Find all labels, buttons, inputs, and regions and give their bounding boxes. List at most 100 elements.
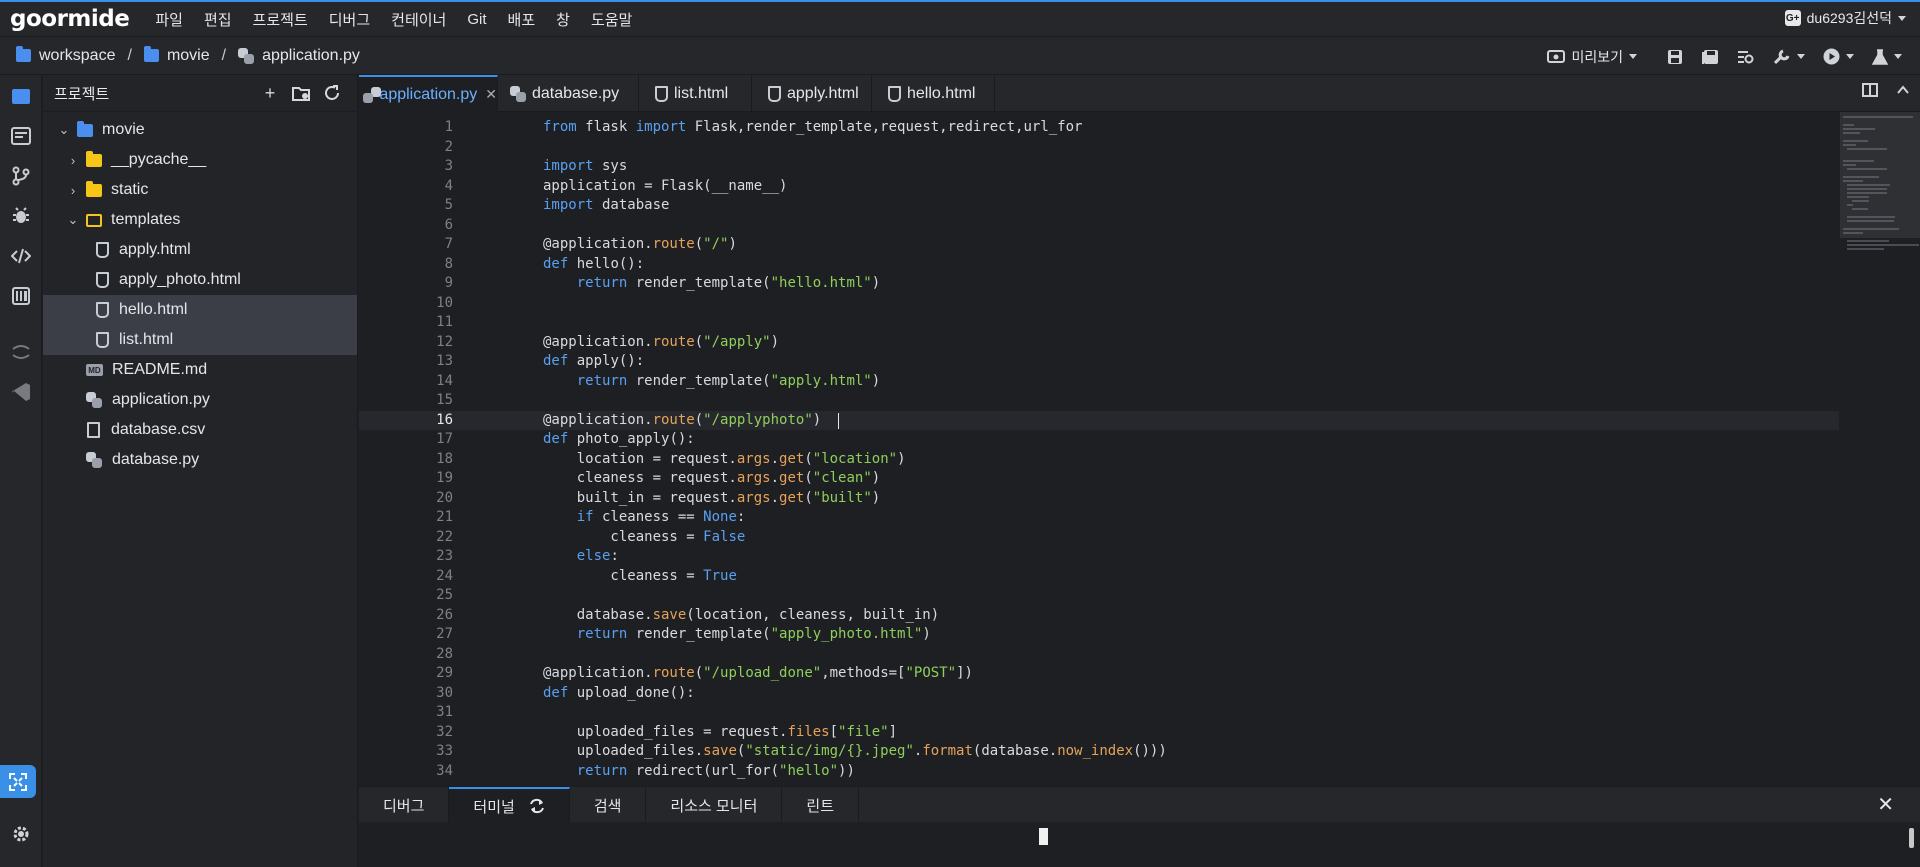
code-line[interactable]: 32 uploaded_files = request.files["file"… — [359, 723, 1839, 743]
sync-icon[interactable] — [10, 341, 32, 363]
chevron-right-icon[interactable]: › — [66, 153, 80, 168]
code-line[interactable]: 14 return render_template("apply.html") — [359, 372, 1839, 392]
code-line[interactable]: 27 return render_template("apply_photo.h… — [359, 625, 1839, 645]
settings-gear-icon[interactable] — [10, 823, 32, 845]
tab-terminal[interactable]: 터미널 — [449, 787, 570, 823]
library-icon[interactable] — [10, 285, 32, 307]
tab-application-py[interactable]: application.py ✕ — [359, 75, 498, 112]
code-line[interactable]: 11 — [359, 313, 1839, 333]
code-line[interactable]: 34 return redirect(url_for("hello")) — [359, 762, 1839, 782]
tree-item-readme[interactable]: MD README.md — [43, 355, 357, 385]
outline-icon[interactable] — [10, 125, 32, 147]
code-line[interactable]: 4 application = Flask(__name__) — [359, 177, 1839, 197]
code-line[interactable]: 19 cleaness = request.args.get("clean") — [359, 469, 1839, 489]
tree-item-apply-photo-html[interactable]: apply_photo.html — [43, 265, 357, 295]
menu-container[interactable]: 컨테이너 — [391, 9, 446, 30]
refresh-icon[interactable] — [323, 82, 341, 104]
code-line[interactable]: 22 cleaness = False — [359, 528, 1839, 548]
run-button[interactable] — [1823, 48, 1854, 65]
code-line[interactable]: 12 @application.route("/apply") — [359, 333, 1839, 353]
chevron-right-icon[interactable]: › — [66, 183, 80, 198]
breadcrumb-workspace[interactable]: workspace — [16, 46, 115, 65]
tree-item-apply-html[interactable]: apply.html — [43, 235, 357, 265]
menu-git[interactable]: Git — [467, 11, 486, 28]
tree-item-application-py[interactable]: application.py — [43, 385, 357, 415]
code-line[interactable]: 13 def apply(): — [359, 352, 1839, 372]
tree-item-static[interactable]: › static — [43, 175, 357, 205]
tab-database-py[interactable]: database.py — [498, 75, 639, 112]
code-line[interactable]: 3 import sys — [359, 157, 1839, 177]
breadcrumb-file[interactable]: application.py — [238, 47, 360, 65]
code-editor[interactable]: 1 from flask import Flask,render_template… — [359, 112, 1920, 786]
menu-debug[interactable]: 디버그 — [329, 9, 370, 30]
code-line[interactable]: 17 def photo_apply(): — [359, 430, 1839, 450]
code-line[interactable]: 5 import database — [359, 196, 1839, 216]
chevron-up-icon[interactable] — [1896, 83, 1910, 102]
sync-icon[interactable] — [529, 798, 545, 814]
code-line[interactable]: 21 if cleaness == None: — [359, 508, 1839, 528]
git-branch-icon[interactable] — [10, 165, 32, 187]
close-icon[interactable]: ✕ — [485, 86, 497, 103]
preview-button[interactable]: 미리보기 — [1547, 47, 1637, 67]
project-explorer-icon[interactable] — [10, 85, 32, 107]
tree-item-list-html[interactable]: list.html — [43, 325, 357, 355]
tree-item-database-csv[interactable]: database.csv — [43, 415, 357, 445]
minimap-viewport[interactable] — [1840, 112, 1920, 238]
find-replace-button[interactable] — [1737, 49, 1755, 65]
code-line[interactable]: 8 def hello(): — [359, 255, 1839, 275]
code-line[interactable]: 15 — [359, 391, 1839, 411]
goormide-logo[interactable]: goormide — [10, 6, 130, 32]
fullscreen-button[interactable] — [0, 765, 36, 798]
code-line[interactable]: 1 from flask import Flask,render_template… — [359, 118, 1839, 138]
code-line[interactable]: 2 — [359, 138, 1839, 158]
tab-list-html[interactable]: list.html — [639, 75, 752, 112]
code-icon[interactable] — [10, 245, 32, 267]
close-icon[interactable]: ✕ — [1877, 792, 1894, 817]
new-file-icon[interactable]: + — [261, 82, 279, 104]
terminal-scrollbar[interactable] — [1909, 828, 1914, 848]
tab-debug[interactable]: 디버그 — [359, 787, 450, 823]
new-folder-icon[interactable] — [292, 82, 310, 104]
code-line[interactable]: 28 — [359, 645, 1839, 665]
save-all-button[interactable] — [1701, 49, 1719, 65]
menu-help[interactable]: 도움말 — [591, 9, 632, 30]
chevron-down-icon[interactable]: ⌄ — [57, 122, 71, 138]
chevron-down-icon[interactable]: ⌄ — [66, 212, 80, 228]
bug-icon[interactable] — [10, 205, 32, 227]
code-line[interactable]: 10 — [359, 294, 1839, 314]
split-editor-icon[interactable] — [1862, 83, 1878, 102]
menu-window[interactable]: 창 — [556, 9, 570, 30]
tab-resource-monitor[interactable]: 리소스 모니터 — [646, 787, 783, 823]
build-tools-button[interactable] — [1773, 49, 1805, 65]
code-line[interactable]: 18 location = request.args.get("location… — [359, 450, 1839, 470]
code-line[interactable]: 33 uploaded_files.save("static/img/{}.jp… — [359, 742, 1839, 762]
tree-item-hello-html[interactable]: hello.html — [43, 295, 357, 325]
code-line[interactable]: 6 — [359, 216, 1839, 236]
vscode-icon[interactable] — [10, 381, 32, 403]
test-button[interactable] — [1872, 48, 1902, 65]
code-line[interactable]: 25 — [359, 586, 1839, 606]
menu-deploy[interactable]: 배포 — [508, 9, 536, 30]
code-line[interactable]: 23 else: — [359, 547, 1839, 567]
code-line[interactable]: 29 @application.route("/upload_done",meth… — [359, 664, 1839, 684]
terminal[interactable] — [359, 822, 1920, 867]
code-line[interactable]: 31 — [359, 703, 1839, 723]
save-button[interactable] — [1667, 49, 1683, 65]
tree-item-pycache[interactable]: › __pycache__ — [43, 145, 357, 175]
menu-file[interactable]: 파일 — [155, 9, 183, 30]
tree-item-movie[interactable]: ⌄ movie — [43, 115, 357, 145]
tree-item-templates[interactable]: ⌄ templates — [43, 205, 357, 235]
code-line[interactable]: 24 cleaness = True — [359, 567, 1839, 587]
code-line[interactable]: 7 @application.route("/") — [359, 235, 1839, 255]
code-line[interactable]: 16 @application.route("/applyphoto") — [359, 410, 1839, 430]
tab-hello-html[interactable]: hello.html — [872, 75, 995, 112]
code-line[interactable]: 20 built_in = request.args.get("built") — [359, 489, 1839, 509]
menu-edit[interactable]: 편집 — [204, 9, 232, 30]
breadcrumb-movie[interactable]: movie — [143, 46, 210, 65]
tab-search[interactable]: 검색 — [570, 787, 647, 823]
menu-project[interactable]: 프로젝트 — [253, 9, 308, 30]
code-line[interactable]: 26 database.save(location, cleaness, bui… — [359, 606, 1839, 626]
tab-lint[interactable]: 린트 — [782, 787, 859, 823]
code-line[interactable]: 30 def upload_done(): — [359, 684, 1839, 704]
user-menu[interactable]: G+ du6293김선덕 — [1784, 8, 1906, 28]
